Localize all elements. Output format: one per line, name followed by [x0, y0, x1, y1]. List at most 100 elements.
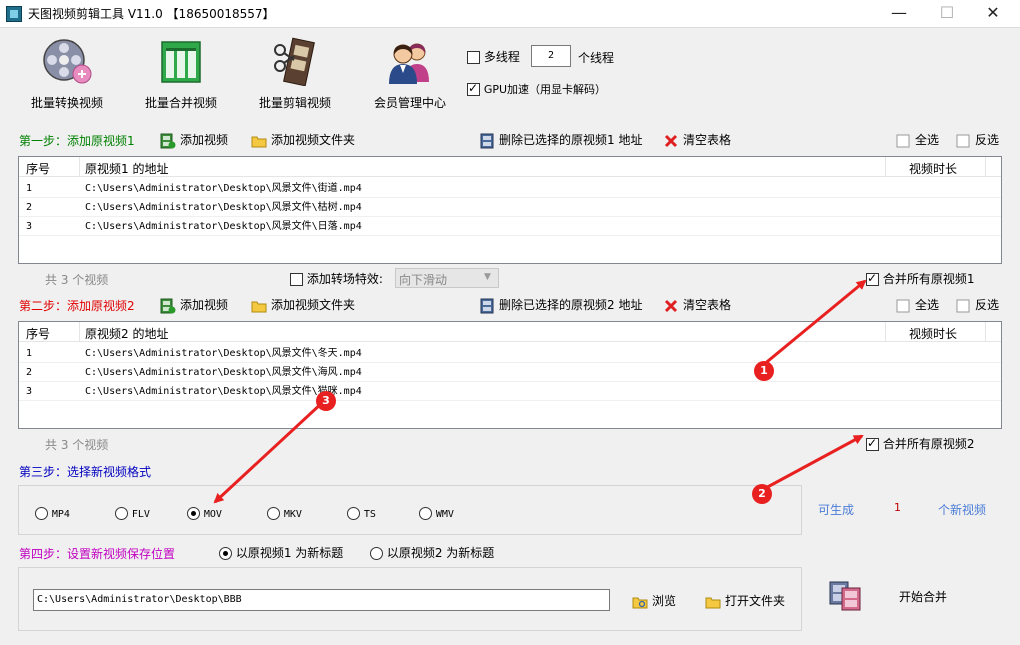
step2-col-path[interactable]: 原视频2 的地址 [85, 325, 168, 342]
batch-merge-button[interactable]: 批量合并视频 [126, 34, 236, 114]
merge-all-2-checkbox[interactable]: 合并所有原视频2 [866, 435, 974, 452]
step2-add-video-label: 添加视频 [180, 298, 229, 312]
step1-clear-table-label: 清空表格 [683, 133, 732, 147]
format-radio-ts-dot[interactable] [347, 507, 360, 520]
row-index: 1 [26, 348, 33, 359]
member-center-button[interactable]: 会员管理中心 [355, 34, 465, 114]
step2-clear-table-button[interactable]: 清空表格 [663, 296, 731, 314]
multithread-checkbox[interactable]: 多线程 [467, 48, 520, 65]
maximize-button[interactable]: ☐ [924, 0, 970, 28]
table-row[interactable]: 3 C:\Users\Administrator\Desktop\风景文件\日落… [19, 217, 1001, 236]
format-radio-ts[interactable]: TS [347, 506, 376, 520]
save-path-input[interactable]: C:\Users\Administrator\Desktop\BBB [33, 589, 610, 611]
row-index: 3 [26, 221, 33, 232]
step1-video-list[interactable]: 序号 原视频1 的地址 视频时长 1 C:\Users\Administrato… [18, 156, 1002, 264]
gpu-checkbox[interactable]: GPU加速（用显卡解码） [467, 81, 606, 97]
table-row[interactable]: 2 C:\Users\Administrator\Desktop\风景文件\海风… [19, 363, 1001, 382]
format-radio-wmv-dot[interactable] [419, 507, 432, 520]
title-option-1-radio[interactable]: 以原视频1 为新标题 [219, 544, 343, 561]
step1-select-all-button[interactable]: 全选 [895, 131, 939, 149]
transition-select[interactable]: 向下滑动 ▼ [395, 268, 499, 288]
format-radio-mov-dot[interactable] [187, 507, 200, 520]
step2-video-list[interactable]: 序号 原视频2 的地址 视频时长 1 C:\Users\Administrato… [18, 321, 1002, 429]
film-delete-icon [479, 298, 495, 314]
app-icon [6, 6, 22, 22]
step1-col-path[interactable]: 原视频1 的地址 [85, 160, 168, 177]
step2-select-all-button[interactable]: 全选 [895, 296, 939, 314]
step2-add-folder-button[interactable]: 添加视频文件夹 [251, 296, 355, 314]
start-merge-icon[interactable] [828, 578, 862, 612]
step2-select-all-label: 全选 [915, 298, 940, 312]
step1-invert-button[interactable]: 反选 [955, 131, 999, 149]
step2-col-index[interactable]: 序号 [26, 325, 50, 342]
annotation-badge-2: 2 [752, 484, 772, 504]
transition-select-value: 向下滑动 [399, 273, 448, 287]
document-icon [895, 298, 911, 314]
format-radio-flv-dot[interactable] [115, 507, 128, 520]
browse-button[interactable]: 浏览 [632, 592, 676, 610]
step1-col-duration[interactable]: 视频时长 [909, 160, 957, 177]
title-option-1-dot[interactable] [219, 547, 232, 560]
merge-all-2-checkbox-box[interactable] [866, 436, 879, 451]
step1-list-header: 序号 原视频1 的地址 视频时长 [19, 157, 1001, 177]
minimize-button[interactable]: — [876, 0, 922, 28]
batch-convert-button[interactable]: 批量转换视频 [12, 34, 122, 114]
table-row[interactable]: 1 C:\Users\Administrator\Desktop\风景文件\街道… [19, 179, 1001, 198]
batch-edit-label: 批量剪辑视频 [258, 96, 331, 110]
title-option-1-label: 以原视频1 为新标题 [235, 546, 344, 560]
step2-add-folder-label: 添加视频文件夹 [271, 298, 356, 312]
format-radio-wmv[interactable]: WMV [419, 506, 454, 520]
step2-delete-selected-button[interactable]: 删除已选择的原视频2 地址 [479, 296, 642, 314]
step1-add-video-button[interactable]: 添加视频 [160, 131, 228, 149]
transition-checkbox[interactable]: 添加转场特效: [290, 270, 383, 287]
table-row[interactable]: 3 C:\Users\Administrator\Desktop\风景文件\猫咪… [19, 382, 1001, 401]
transition-label: 添加转场特效: [306, 272, 383, 286]
format-radio-mkv-dot[interactable] [267, 507, 280, 520]
merge-all-1-label: 合并所有原视频1 [882, 272, 975, 286]
merge-all-2-label: 合并所有原视频2 [882, 437, 975, 451]
film-scissors-icon [274, 37, 315, 86]
step2-count: 共 3 个视频 [45, 438, 109, 452]
step2-title: 第二步：添加原视频2 [19, 299, 135, 313]
step1-invert-label: 反选 [975, 133, 1000, 147]
format-ts-label: TS [363, 509, 376, 520]
step2-add-video-button[interactable]: 添加视频 [160, 296, 228, 314]
merge-all-1-checkbox[interactable]: 合并所有原视频1 [866, 270, 974, 287]
document-icon [955, 133, 971, 149]
transition-checkbox-box[interactable] [290, 273, 303, 286]
table-row[interactable]: 1 C:\Users\Administrator\Desktop\风景文件\冬天… [19, 344, 1001, 363]
annotation-badge-3: 3 [316, 391, 336, 411]
step2-delete-selected-label: 删除已选择的原视频2 地址 [499, 298, 643, 312]
step1-add-folder-button[interactable]: 添加视频文件夹 [251, 131, 355, 149]
step2-invert-button[interactable]: 反选 [955, 296, 999, 314]
add-video-icon [160, 298, 176, 314]
format-radio-mov[interactable]: MOV [187, 506, 222, 520]
format-radio-mkv[interactable]: MKV [267, 506, 302, 520]
row-index: 3 [26, 386, 33, 397]
step1-clear-table-button[interactable]: 清空表格 [663, 131, 731, 149]
folder-icon [251, 133, 267, 149]
document-icon [895, 133, 911, 149]
folder-icon [632, 594, 648, 610]
member-center-label: 会员管理中心 [373, 96, 446, 110]
start-merge-button[interactable]: 开始合并 [899, 588, 947, 605]
batch-edit-button[interactable]: 批量剪辑视频 [240, 34, 350, 114]
table-row[interactable]: 2 C:\Users\Administrator\Desktop\风景文件\枯树… [19, 198, 1001, 217]
close-button[interactable]: ✕ [970, 0, 1016, 28]
merge-all-1-checkbox-box[interactable] [866, 271, 879, 286]
title-option-2-dot[interactable] [370, 547, 383, 560]
step2-col-duration[interactable]: 视频时长 [909, 325, 957, 342]
annotation-arrow-2 [761, 434, 864, 492]
title-option-2-radio[interactable]: 以原视频2 为新标题 [370, 544, 494, 561]
row-path: C:\Users\Administrator\Desktop\风景文件\海风.m… [85, 367, 362, 378]
step1-delete-selected-button[interactable]: 删除已选择的原视频1 地址 [479, 131, 642, 149]
gpu-checkbox-box[interactable] [467, 81, 480, 96]
format-radio-mp4[interactable]: MP4 [35, 506, 70, 520]
step1-col-index[interactable]: 序号 [26, 160, 50, 177]
open-folder-button[interactable]: 打开文件夹 [705, 592, 785, 610]
format-radio-mp4-dot[interactable] [35, 507, 48, 520]
format-radio-flv[interactable]: FLV [115, 506, 150, 520]
folder-icon [251, 298, 267, 314]
multithread-checkbox-box[interactable] [467, 51, 480, 64]
thread-count-input[interactable]: 2 [531, 45, 571, 67]
